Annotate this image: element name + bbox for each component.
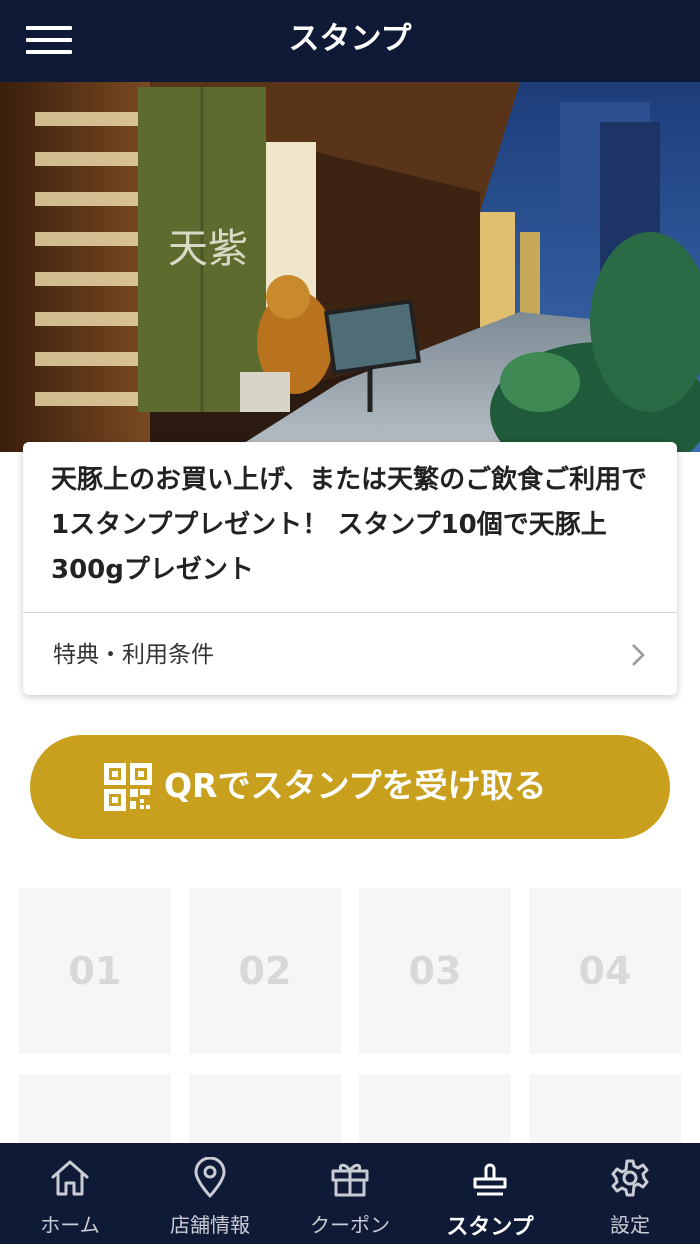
tab-coupon-label: クーポン xyxy=(310,1213,390,1237)
tab-store-info-label: 店舗情報 xyxy=(170,1213,250,1237)
tab-home[interactable]: ホーム xyxy=(0,1143,140,1244)
stamp-icon xyxy=(473,1163,507,1196)
tab-settings[interactable]: 設定 xyxy=(560,1143,700,1244)
gift-icon xyxy=(331,1163,369,1197)
qr-stamp-button-label: QRでスタンプを受け取る xyxy=(164,766,547,805)
stamp-slot-02: 02 xyxy=(189,888,341,1054)
tab-store-info[interactable]: 店舗情報 xyxy=(140,1143,280,1244)
stamp-number: 02 xyxy=(238,949,292,993)
stamp-number: 01 xyxy=(68,949,122,993)
page-title: スタンプ xyxy=(288,21,412,57)
benefits-conditions-link[interactable]: 特典・利用条件 xyxy=(23,613,677,695)
stamp-slot-03: 03 xyxy=(359,888,511,1054)
tab-home-label: ホーム xyxy=(40,1213,100,1237)
app-header: スタンプ xyxy=(0,0,700,82)
stamp-slot-01: 01 xyxy=(19,888,171,1054)
tab-settings-label: 設定 xyxy=(610,1213,650,1237)
map-pin-icon xyxy=(194,1157,226,1198)
tab-coupon[interactable]: クーポン xyxy=(280,1143,420,1244)
tab-stamp-label: スタンプ xyxy=(446,1215,534,1240)
stamp-slot-04: 04 xyxy=(529,888,681,1054)
benefits-conditions-label: 特典・利用条件 xyxy=(53,642,214,668)
stamp-info-card: 天豚上のお買い上げ、または天繁のご飲食ご利用で1スタンププレゼント！ スタンプ1… xyxy=(23,442,677,695)
campaign-description: 天豚上のお買い上げ、または天繁のご飲食ご利用で1スタンププレゼント！ スタンプ1… xyxy=(51,465,648,585)
chevron-right-icon xyxy=(632,644,645,666)
qr-code-icon xyxy=(104,763,152,811)
gear-icon xyxy=(611,1159,649,1197)
bottom-tab-bar: ホーム 店舗情報 クーポン スタンプ 設定 xyxy=(0,1143,700,1244)
home-icon xyxy=(51,1160,89,1196)
stamp-number: 03 xyxy=(408,949,462,993)
noren-text: 天紫 xyxy=(168,226,248,272)
tab-stamp[interactable]: スタンプ xyxy=(420,1143,560,1244)
stamp-number: 04 xyxy=(578,949,632,993)
qr-stamp-button[interactable]: QRでスタンプを受け取る xyxy=(30,735,670,839)
hero-image: 天紫 xyxy=(0,82,700,452)
